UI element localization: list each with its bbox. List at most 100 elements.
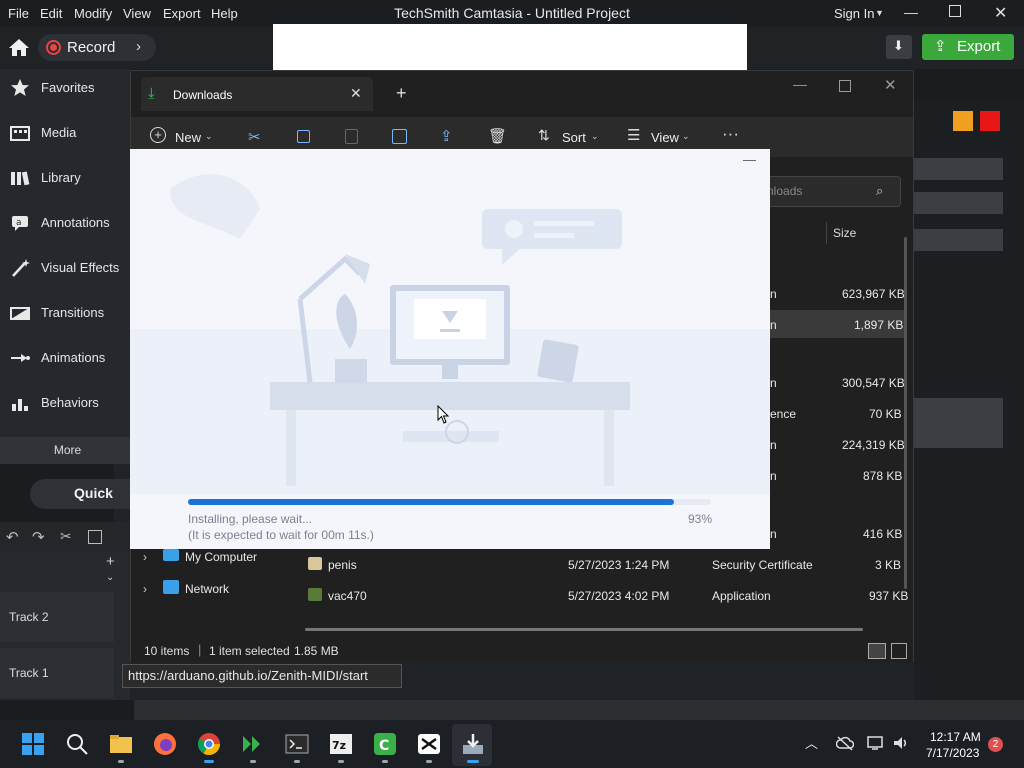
running-indicator <box>118 760 124 763</box>
chevron-down-icon[interactable]: ⌄ <box>205 131 213 142</box>
progress-percent: 93% <box>688 512 713 526</box>
file-date: 5/27/2023 4:02 PM <box>568 589 670 603</box>
firefox-icon[interactable] <box>152 731 178 757</box>
cut-icon[interactable]: ✂ <box>248 128 261 146</box>
search-icon[interactable] <box>64 731 90 757</box>
copy-icon[interactable] <box>297 130 310 143</box>
delete-icon[interactable]: 🗑 <box>488 127 507 145</box>
file-size: 3 KB <box>875 558 902 572</box>
redo-icon[interactable]: ↷ <box>32 528 45 546</box>
file-explorer-icon[interactable] <box>108 731 134 757</box>
notification-badge[interactable]: 2 <box>988 737 1003 752</box>
behavior-icon <box>12 399 28 411</box>
restore-icon[interactable] <box>949 5 961 17</box>
file-size-cell: 224,319 KB <box>842 438 905 452</box>
sidebar-item-media[interactable]: Media <box>0 111 130 156</box>
expand-chevron-icon[interactable]: › <box>143 582 147 596</box>
copy-icon[interactable] <box>88 530 102 544</box>
search-icon[interactable]: ⌕ <box>876 183 883 199</box>
sidebar-item-annotations[interactable]: a Annotations <box>0 201 130 246</box>
view-icon: ☰ <box>627 127 641 144</box>
selection-size: 1.85 MB <box>294 644 339 658</box>
sidebar-item-transitions[interactable]: Transitions <box>0 291 130 336</box>
sidebar-item-library[interactable]: Library <box>0 156 130 201</box>
annotation-icon: a <box>12 216 28 231</box>
property-field[interactable] <box>914 158 1003 180</box>
sidebar-item-visual-effects[interactable]: Visual Effects <box>0 246 130 291</box>
running-indicator <box>426 760 432 763</box>
color-swatch-orange[interactable] <box>953 111 973 131</box>
status-divider: | <box>198 642 202 657</box>
cut-icon[interactable]: ✂ <box>60 528 72 545</box>
volume-icon[interactable] <box>892 735 910 751</box>
file-size-cell: 1,897 KB <box>854 318 904 332</box>
progress-bar-fill <box>188 499 675 505</box>
installer-app-icon[interactable] <box>460 731 486 757</box>
media-app-icon[interactable] <box>240 731 266 757</box>
share-icon[interactable]: ⇪ <box>440 127 453 145</box>
sign-in-button[interactable]: Sign In <box>834 6 874 21</box>
size-column-header[interactable]: Size <box>833 226 856 240</box>
new-tab-icon[interactable]: + <box>396 83 407 104</box>
expand-chevron-icon[interactable]: › <box>143 550 147 564</box>
paste-icon[interactable] <box>345 129 358 144</box>
chevron-down-icon[interactable]: ▼ <box>875 8 884 18</box>
file-size-cell: 70 KB <box>869 407 902 421</box>
chevron-down-icon[interactable]: ⌄ <box>106 572 114 583</box>
nav-item-network[interactable]: Network <box>185 582 229 596</box>
selection-count: 1 item selected <box>209 644 290 658</box>
plus-circle-icon: + <box>150 127 166 143</box>
maximize-icon[interactable] <box>839 80 851 92</box>
property-field[interactable] <box>914 192 1003 214</box>
cloud-icon[interactable] <box>836 735 854 751</box>
network-icon <box>163 580 179 594</box>
chevron-right-icon[interactable]: › <box>136 38 141 55</box>
camtasia-app-icon[interactable]: C <box>372 731 398 757</box>
tab-label: Downloads <box>173 88 233 102</box>
sidebar-item-behaviors[interactable]: Behaviors <box>0 381 130 426</box>
minimize-icon[interactable]: — <box>793 76 807 92</box>
record-label: Record <box>67 39 116 56</box>
nav-item-my-computer[interactable]: My Computer <box>185 550 257 564</box>
horizontal-scrollbar[interactable] <box>305 628 863 631</box>
clock-time[interactable]: 12:17 AM <box>930 730 981 744</box>
file-type-cell: n <box>770 318 777 332</box>
home-icon[interactable] <box>8 37 30 57</box>
minimize-icon[interactable]: — <box>904 4 918 20</box>
tiles-view-icon[interactable] <box>891 643 907 659</box>
more-options-icon[interactable]: ··· <box>722 124 739 144</box>
chevron-down-icon[interactable]: ⌄ <box>682 131 690 142</box>
timeline-scrollbar[interactable] <box>134 700 1024 720</box>
chrome-icon[interactable] <box>196 731 222 757</box>
close-icon[interactable]: ✕ <box>994 3 1007 23</box>
chevron-up-icon[interactable]: ︿ <box>805 733 818 752</box>
terminal-icon[interactable] <box>284 731 310 757</box>
file-type-cell: n <box>770 376 777 390</box>
undo-icon[interactable]: ↶ <box>6 528 19 546</box>
sort-button[interactable]: Sort <box>562 130 586 145</box>
close-icon[interactable]: ✕ <box>884 76 897 94</box>
add-track-icon[interactable]: + <box>106 553 115 570</box>
computer-icon <box>163 549 179 561</box>
property-field[interactable] <box>914 229 1003 251</box>
sidebar-item-favorites[interactable]: Favorites <box>0 66 130 111</box>
rename-icon[interactable] <box>392 129 407 144</box>
file-size-cell: 878 KB <box>863 469 903 483</box>
details-view-icon[interactable] <box>868 643 886 659</box>
sidebar-item-label: Favorites <box>41 80 95 95</box>
windows-start-icon[interactable] <box>20 731 46 757</box>
7zip-icon[interactable]: 7z <box>328 731 354 757</box>
more-label: More <box>53 443 82 457</box>
new-button[interactable]: New <box>175 130 201 145</box>
clock-date[interactable]: 7/17/2023 <box>926 746 979 760</box>
chevron-down-icon[interactable]: ⌄ <box>591 131 599 142</box>
sidebar-item-animations[interactable]: Animations <box>0 336 130 381</box>
file-type-cell: ence <box>770 407 797 421</box>
close-tab-icon[interactable]: ✕ <box>350 85 362 102</box>
view-button[interactable]: View <box>651 130 679 145</box>
network-status-icon[interactable] <box>867 735 885 751</box>
svg-text:C: C <box>379 738 389 754</box>
color-swatch-red[interactable] <box>980 111 1000 131</box>
sidebar-item-label: Transitions <box>41 305 105 320</box>
capcut-icon[interactable] <box>416 731 442 757</box>
